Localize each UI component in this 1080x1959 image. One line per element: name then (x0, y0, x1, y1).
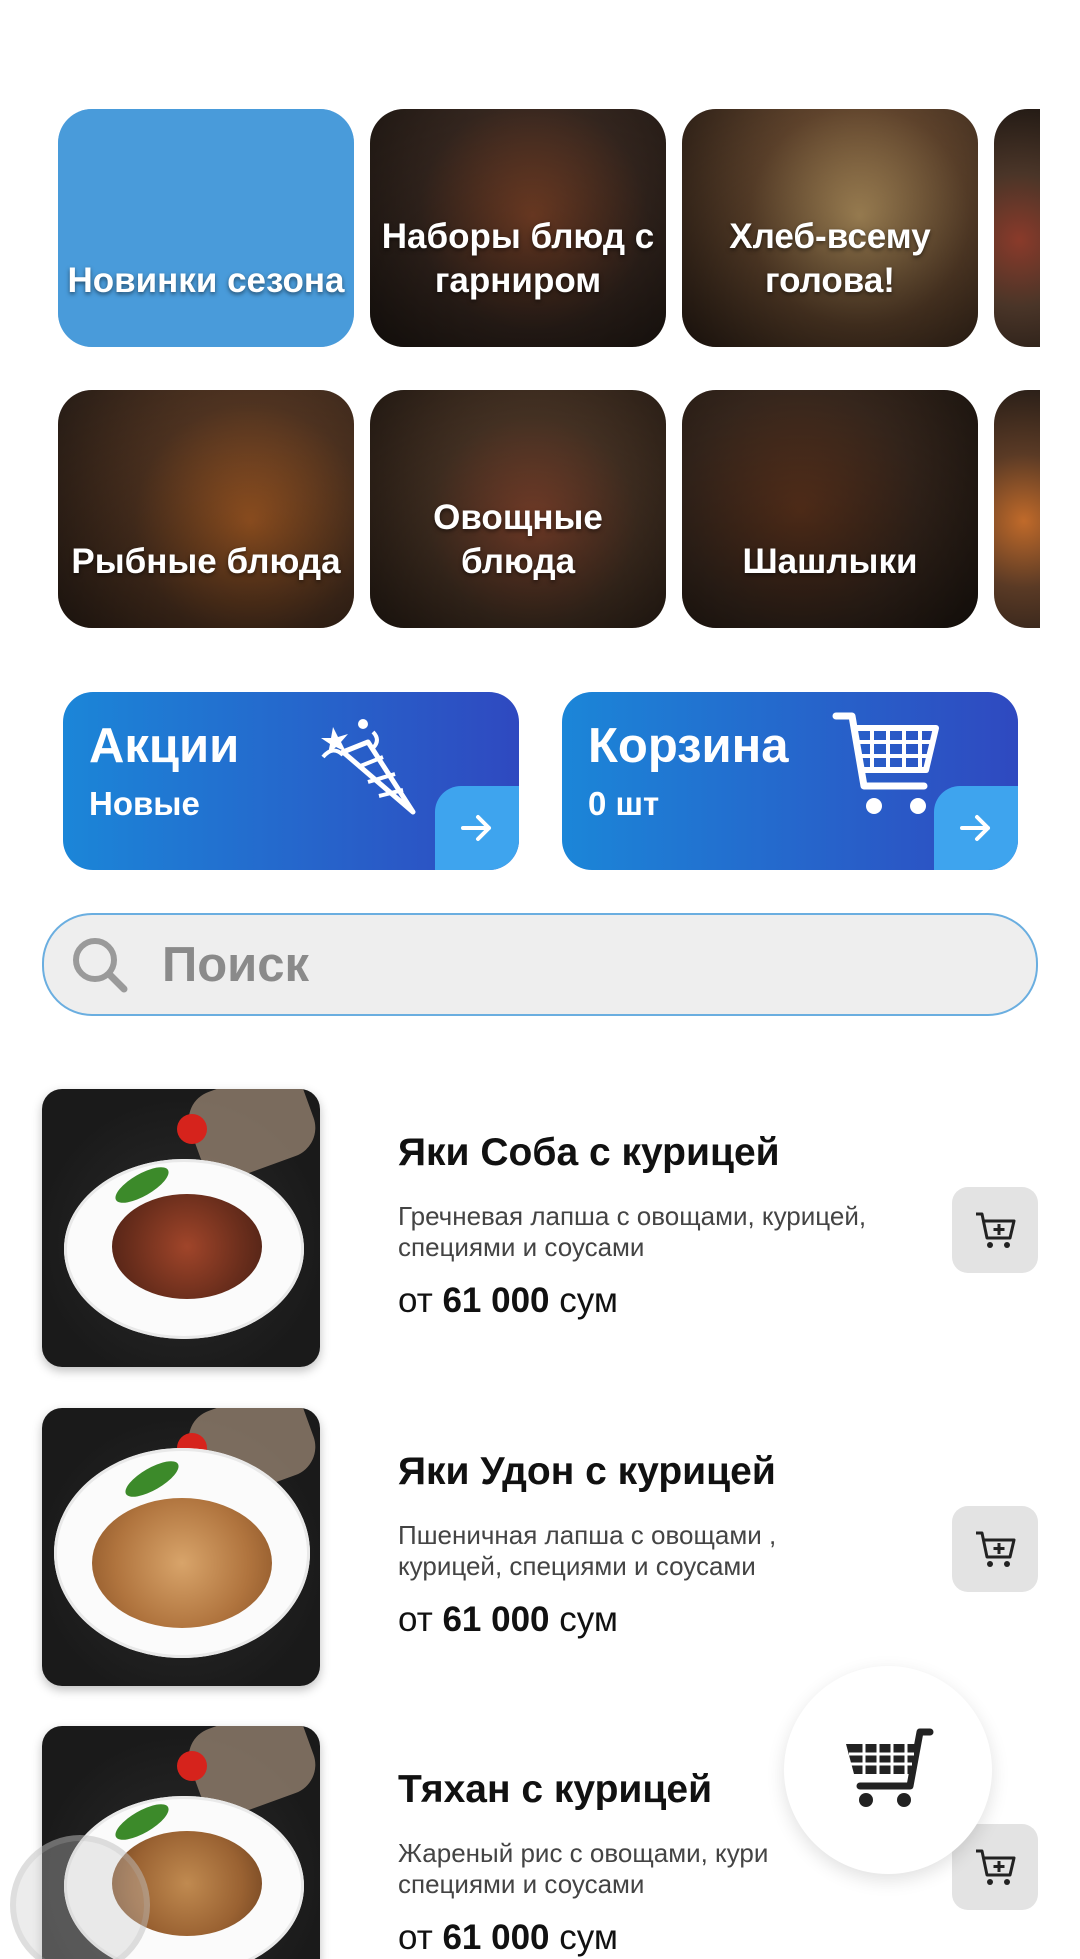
category-label: Новинки сезона (67, 261, 345, 300)
tile-overlay (682, 390, 978, 628)
price-value: 61 000 (442, 1918, 550, 1957)
product-item[interactable]: Яки Удон с курицей Пшеничная лапша с ово… (42, 1408, 1038, 1688)
arrow-right-icon (461, 815, 491, 841)
floating-cart-button[interactable] (784, 1666, 992, 1874)
product-name: Яки Соба с курицей (398, 1131, 780, 1174)
product-description: Пшеничная лапша с овощами , курицей, спе… (398, 1520, 777, 1581)
product-image (42, 1408, 320, 1686)
price-currency: сум (559, 1281, 618, 1320)
category-tile-shashlik[interactable]: Шашлыки (682, 390, 978, 628)
cart-plus-icon (976, 1849, 1016, 1885)
party-popper-icon (321, 719, 416, 815)
price-prefix: от (398, 1600, 433, 1639)
category-tile-fish[interactable]: Рыбные блюда (58, 390, 354, 628)
promo-title: Корзина (588, 719, 789, 773)
price-currency: сум (559, 1600, 618, 1639)
category-row-2: Рыбные блюда Овощные блюда Шашлыки (58, 390, 1040, 628)
search-bar[interactable] (42, 913, 1038, 1016)
search-icon (73, 937, 128, 992)
promo-arrow-button[interactable] (435, 786, 519, 870)
category-label: Хлеб-всему голова! (729, 217, 931, 300)
category-tile-bread[interactable]: Хлеб-всему голова! (682, 109, 978, 347)
product-image (42, 1089, 320, 1367)
category-tile-new-season[interactable]: Новинки сезона (58, 109, 354, 347)
product-price: от 61 000 сум (398, 1918, 618, 1958)
category-tile-sets[interactable]: Наборы блюд с гарниром (370, 109, 666, 347)
product-name: Яки Удон с курицей (398, 1450, 776, 1493)
product-description: Жареный рис с овощами, кури специями и с… (398, 1838, 769, 1899)
cart-plus-icon (976, 1531, 1016, 1567)
tile-overlay (58, 109, 354, 347)
price-value: 61 000 (442, 1600, 550, 1639)
promo-card-cart[interactable]: Корзина 0 шт (562, 692, 1018, 870)
tile-overlay (58, 390, 354, 628)
promo-arrow-button[interactable] (934, 786, 1018, 870)
product-price: от 61 000 сум (398, 1281, 618, 1321)
product-name: Тяхан с курицей (398, 1768, 713, 1811)
product-description: Гречневая лапша с овощами, курицей, спец… (398, 1201, 867, 1262)
product-price: от 61 000 сум (398, 1600, 618, 1640)
product-item[interactable]: Яки Соба с курицей Гречневая лапша с ово… (42, 1089, 1038, 1369)
promo-subtitle: 0 шт (588, 785, 660, 822)
arrow-right-icon (960, 815, 990, 841)
category-label: Рыбные блюда (71, 542, 341, 581)
price-prefix: от (398, 1918, 433, 1957)
category-tile-next[interactable] (994, 109, 1040, 347)
shopping-cart-icon (846, 1728, 934, 1807)
shopping-cart-icon (832, 712, 939, 814)
cart-plus-icon (976, 1212, 1016, 1248)
price-prefix: от (398, 1281, 433, 1320)
search-input[interactable] (162, 936, 962, 993)
category-label: Наборы блюд с гарниром (381, 217, 655, 300)
add-to-cart-button[interactable] (952, 1187, 1038, 1273)
price-currency: сум (559, 1918, 618, 1957)
category-tile-vegetables[interactable]: Овощные блюда (370, 390, 666, 628)
promo-title: Акции (89, 719, 240, 773)
promo-subtitle: Новые (89, 785, 200, 822)
category-label: Шашлыки (742, 542, 918, 581)
add-to-cart-button[interactable] (952, 1506, 1038, 1592)
category-label: Овощные блюда (433, 498, 603, 581)
price-value: 61 000 (442, 1281, 550, 1320)
category-tile-next[interactable] (994, 390, 1040, 628)
promo-card-sales[interactable]: Акции Новые (63, 692, 519, 870)
category-row-1: Новинки сезона Наборы блюд с гарниром Хл… (58, 109, 1040, 347)
